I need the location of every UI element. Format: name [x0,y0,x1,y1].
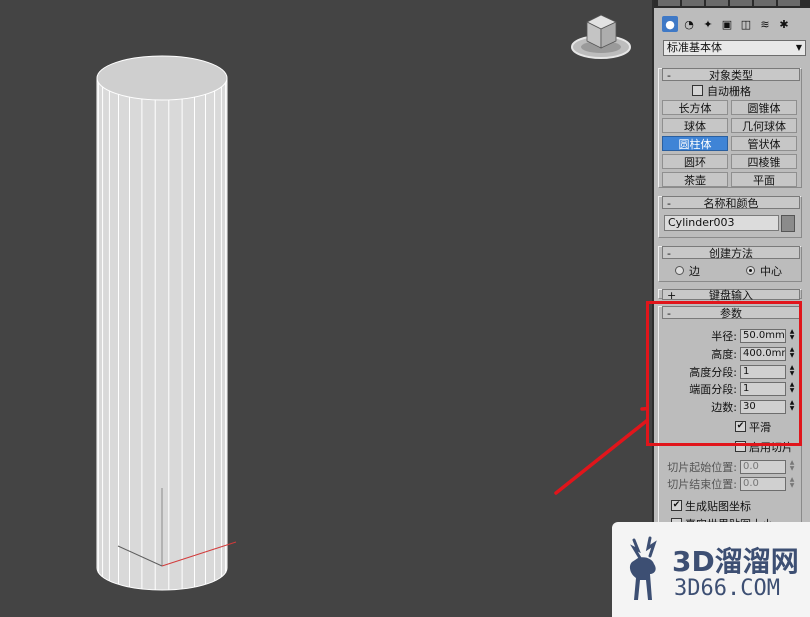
cap-segments-spinner-icon[interactable]: ▲ ▼ [788,382,796,394]
watermark-brand: 3D溜溜网 [672,545,799,578]
edge-radio[interactable] [675,266,684,275]
plane-button[interactable]: 平面 [731,172,797,187]
cap-segments-field[interactable]: 1 [740,382,786,396]
tab-display[interactable] [754,0,776,6]
cylinder-top-cap [96,55,228,101]
viewcube-icon[interactable] [571,14,631,59]
sides-field[interactable]: 30 [740,400,786,414]
parameters-title: 参数 [720,307,742,320]
radius-spinner-icon[interactable]: ▲ ▼ [788,329,796,341]
sides-spinner-icon[interactable]: ▲ ▼ [788,400,796,412]
watermark-logo: 3D溜溜网 3D66.COM [612,522,810,617]
slice-to-field[interactable]: 0.0 [740,477,786,491]
annotation-arrow [554,406,648,495]
tab-utilities[interactable] [778,0,800,6]
autogrid-checkbox[interactable] [692,85,703,96]
torus-button[interactable]: 圆环 [662,154,728,169]
creation-method-title: 创建方法 [709,247,753,260]
height-label: 高度: [711,348,737,361]
collapse-sign: - [667,307,671,320]
box-button[interactable]: 长方体 [662,100,728,115]
parameters-rollout: - 参数 半径: 50.0mm ▲▼ 高度: 400.0mm ▲▼ 高度分段: … [658,306,802,531]
category-dropdown-value: 标准基本体 [667,41,722,54]
smooth-checkbox[interactable]: ✔ [735,421,746,432]
geometry-icon[interactable]: ● [662,16,678,32]
cone-button[interactable]: 圆锥体 [731,100,797,115]
keyboard-entry-header[interactable]: + 键盘输入 [662,289,800,302]
creation-method-rollout: - 创建方法 边 中心 [658,246,802,282]
geosphere-button[interactable]: 几何球体 [731,118,797,133]
slice-from-field[interactable]: 0.0 [740,460,786,474]
chevron-down-icon: ▼ [795,43,802,52]
teapot-button[interactable]: 茶壶 [662,172,728,187]
gen-mapping-label: 生成贴图坐标 [685,500,751,513]
perspective-viewport[interactable] [0,0,648,617]
expand-sign: + [667,289,677,302]
height-segments-spinner-icon[interactable]: ▲ ▼ [788,365,796,377]
slice-on-label: 启用切片 [749,441,793,454]
command-panel-tabbar [654,0,810,8]
object-type-header[interactable]: - 对象类型 [662,68,800,82]
systems-icon[interactable]: ✱ [776,16,792,32]
collapse-sign: - [667,247,671,260]
smooth-label: 平滑 [749,421,771,434]
slice-to-spinner-icon[interactable]: ▲ ▼ [788,477,796,489]
slice-to-label: 切片结束位置: [667,478,737,491]
object-name-input[interactable]: Cylinder003 [664,215,779,231]
object-type-title: 对象类型 [709,69,753,82]
helpers-icon[interactable]: ◫ [738,16,754,32]
lights-icon[interactable]: ✦ [700,16,716,32]
height-segments-field[interactable]: 1 [740,365,786,379]
gen-mapping-checkbox[interactable]: ✔ [671,500,682,511]
object-type-rollout: - 对象类型 自动栅格 长方体 圆锥体 球体 几何球体 圆柱体 管状体 圆环 四… [658,68,802,188]
name-color-header[interactable]: - 名称和颜色 [662,196,800,210]
slice-from-spinner-icon[interactable]: ▲ ▼ [788,460,796,472]
category-dropdown[interactable]: 标准基本体 ▼ [663,40,806,56]
parameters-header[interactable]: - 参数 [662,306,800,320]
height-spinner-icon[interactable]: ▲ ▼ [788,347,796,359]
pyramid-button[interactable]: 四棱锥 [731,154,797,169]
deer-logo-icon [629,536,657,600]
tab-motion[interactable] [730,0,752,6]
height-field[interactable]: 400.0mm [740,347,786,361]
cameras-icon[interactable]: ▣ [719,16,735,32]
slice-from-label: 切片起始位置: [667,461,737,474]
name-color-title: 名称和颜色 [703,197,759,210]
object-color-swatch[interactable] [781,215,795,232]
sides-label: 边数: [711,401,737,414]
center-radio-label: 中心 [760,265,782,278]
sphere-button[interactable]: 球体 [662,118,728,133]
tab-modify[interactable] [682,0,704,6]
cylinder-button[interactable]: 圆柱体 [662,136,728,151]
viewport-scene [96,14,648,591]
slice-on-checkbox[interactable] [735,441,746,452]
radius-label: 半径: [711,330,737,343]
tab-create[interactable] [658,0,680,6]
radius-field[interactable]: 50.0mm [740,329,786,343]
collapse-sign: - [667,69,671,82]
shapes-icon[interactable]: ◔ [681,16,697,32]
cap-segments-label: 端面分段: [689,383,737,396]
watermark-site: 3D66.COM [674,576,780,601]
collapse-sign: - [667,197,671,210]
tab-hierarchy[interactable] [706,0,728,6]
edge-radio-label: 边 [689,265,700,278]
center-radio[interactable] [746,266,755,275]
tube-button[interactable]: 管状体 [731,136,797,151]
autogrid-label: 自动栅格 [707,85,751,98]
keyboard-entry-title: 键盘输入 [709,289,753,302]
height-segments-label: 高度分段: [689,366,737,379]
creation-method-header[interactable]: - 创建方法 [662,246,800,260]
keyboard-entry-rollout: + 键盘输入 [658,289,802,302]
space-warps-icon[interactable]: ≋ [757,16,773,32]
